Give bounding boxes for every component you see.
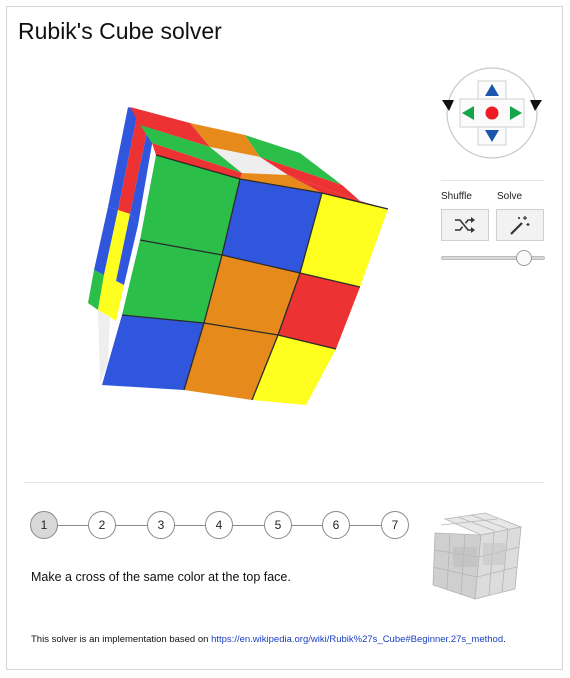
shuffle-icon [455, 217, 475, 233]
speed-slider[interactable] [441, 250, 545, 266]
magic-wand-icon [510, 216, 530, 235]
wikipedia-link[interactable]: https://en.wikipedia.org/wiki/Rubik%27s_… [211, 634, 503, 645]
footer-prefix: This solver is an implementation based o… [31, 634, 212, 645]
step-button-4[interactable]: 4 [205, 511, 233, 539]
slider-thumb[interactable] [516, 250, 533, 266]
shuffle-label: Shuffle [441, 191, 472, 202]
step-preview-cube [432, 512, 523, 600]
step-instruction: Make a cross of the same color at the to… [31, 570, 291, 584]
footer-suffix: . [503, 634, 506, 645]
footer-attribution: This solver is an implementation based o… [31, 634, 506, 645]
step-indicator: 1 2 3 4 5 6 7 [30, 511, 412, 541]
divider [24, 482, 544, 483]
step-button-6[interactable]: 6 [322, 511, 350, 539]
rubiks-cube[interactable] [60, 95, 400, 415]
rotate-arrows-icon[interactable] [440, 65, 544, 169]
shuffle-button[interactable] [441, 209, 489, 241]
solve-label: Solve [497, 191, 523, 202]
step-button-5[interactable]: 5 [264, 511, 292, 539]
rotate-center-icon[interactable] [485, 106, 499, 120]
step-button-2[interactable]: 2 [88, 511, 116, 539]
step-button-7[interactable]: 7 [381, 511, 409, 539]
page-title: Rubik's Cube solver [18, 18, 222, 44]
step-button-1[interactable]: 1 [30, 511, 58, 539]
step-button-3[interactable]: 3 [147, 511, 175, 539]
divider [441, 180, 544, 181]
solve-button[interactable] [496, 209, 544, 241]
